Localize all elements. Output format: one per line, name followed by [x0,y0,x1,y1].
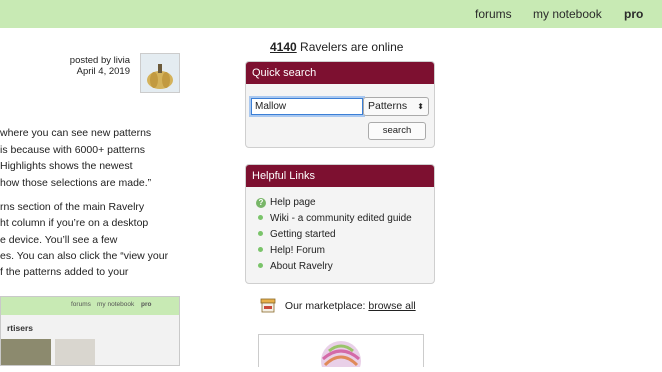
help-page-link[interactable]: ? Help page [256,197,316,208]
help-page-label: Help page [270,197,316,208]
yarn-ball-logo [321,341,361,372]
post-meta: posted by livia April 4, 2019 [0,55,130,77]
store-icon [260,298,276,313]
getting-started-label: Getting started [270,229,336,240]
online-count-number[interactable]: 4140 [270,40,297,54]
about-ravelry-link[interactable]: About Ravelry [258,261,333,272]
quick-search-panel: Quick search Mallow Patterns ⬍ search [245,61,435,148]
nav-forums-link[interactable]: forums [475,7,512,21]
bullet-icon [258,231,263,236]
bullet-icon [258,263,263,268]
article-text-line: where you can see new patterns [0,127,152,139]
search-button[interactable]: search [368,122,426,140]
getting-started-link[interactable]: Getting started [258,229,336,240]
quick-search-input[interactable]: Mallow [251,98,363,115]
article-text-line: Highlights shows the newest [0,160,133,172]
post-date: April 4, 2019 [76,66,130,77]
article-text-line: e device. You’ll see a few [0,234,118,246]
screenshot-photo [55,339,95,365]
browse-all-link[interactable]: browse all [368,300,415,312]
article-text-line: how those selections are made.” [0,177,152,189]
search-category-select[interactable]: Patterns ⬍ [363,97,429,116]
helpful-links-title: Helpful Links [246,165,434,187]
helpful-links-panel: Helpful Links ? Help page Wiki - a commun… [245,164,435,284]
screenshot-photo [1,339,51,365]
screenshot-heading: rtisers [7,323,33,333]
nav-pro-link[interactable]: pro [624,7,643,21]
post-author: posted by livia [69,55,130,66]
screenshot-nav-notebook: my notebook [97,301,135,308]
about-ravelry-label: About Ravelry [270,261,333,272]
article-text-line: ht column if you’re on a desktop [0,217,149,229]
pumpkin-avatar-image [141,54,179,92]
embedded-screenshot: forums my notebook pro rtisers [0,296,180,366]
ad-banner[interactable] [258,334,424,372]
marketplace-row: Our marketplace: browse all [260,298,416,313]
bullet-icon [258,215,263,220]
article-text-line: f the patterns added to your [0,266,129,278]
marketplace-label: Our marketplace: [284,300,366,312]
wiki-link[interactable]: Wiki - a community edited guide [258,213,412,224]
help-question-icon: ? [256,198,266,208]
online-count: 4140 Ravelers are online [270,40,403,54]
article-text-line: rns section of the main Ravelry [0,201,145,213]
help-forum-label: Help! Forum [270,245,326,256]
online-count-text: Ravelers are online [300,40,404,54]
quick-search-title: Quick search [246,62,434,84]
help-forum-link[interactable]: Help! Forum [258,245,325,256]
wiki-label: Wiki - a community edited guide [270,213,412,224]
nav-notebook-link[interactable]: my notebook [533,7,602,21]
screenshot-nav-pro: pro [141,301,152,308]
article-text-line: is because with 6000+ patterns [0,144,146,156]
search-category-value: Patterns [368,100,408,112]
chevron-updown-icon: ⬍ [417,102,424,111]
screenshot-nav-forums: forums [71,301,91,308]
author-avatar[interactable] [140,53,180,93]
article-text-line: es. You can also click the “view your [0,250,169,262]
bullet-icon [258,247,263,252]
